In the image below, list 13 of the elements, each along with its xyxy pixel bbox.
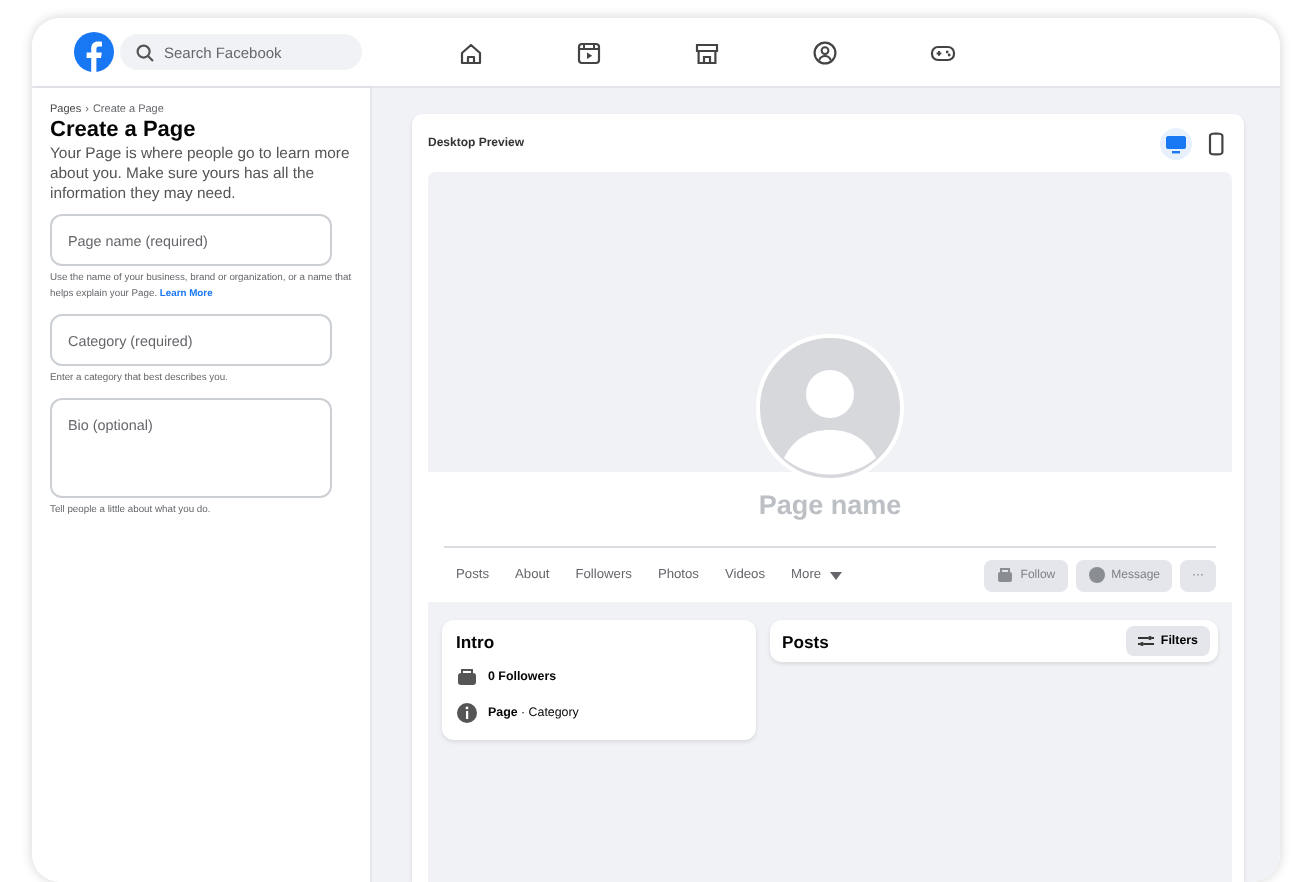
- desktop-icon[interactable]: [1160, 127, 1192, 159]
- page-name: Page name: [758, 490, 902, 524]
- search-icon: [136, 44, 154, 62]
- info-icon: [456, 702, 478, 724]
- posts-title: Posts: [782, 631, 829, 651]
- sliders-icon: [1138, 634, 1155, 648]
- store-icon[interactable]: [694, 39, 720, 65]
- page-heading: Create a Page: [50, 118, 198, 142]
- intro-title: Intro: [456, 632, 497, 652]
- video-icon[interactable]: [576, 39, 602, 65]
- home-icon[interactable]: [458, 39, 484, 65]
- people-icon[interactable]: [812, 39, 838, 65]
- facebook-logo[interactable]: [74, 32, 114, 72]
